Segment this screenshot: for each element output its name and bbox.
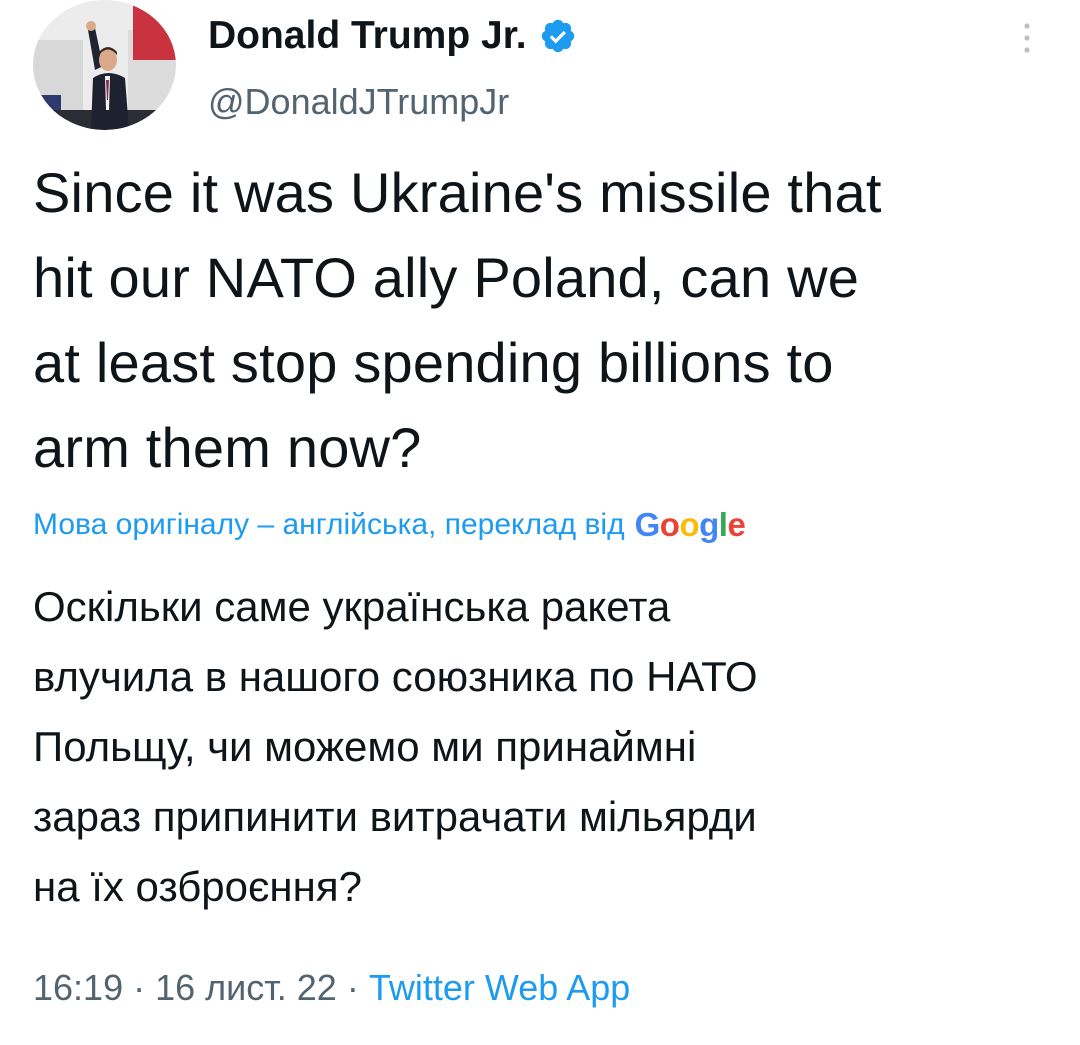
- translated-text-line: на їх озброєння?: [33, 863, 362, 910]
- avatar[interactable]: [33, 0, 176, 130]
- tweet-time[interactable]: 16:19: [33, 967, 123, 1008]
- google-logo: Google: [634, 506, 746, 543]
- tweet-text-line: Since it was Ukraine's missile that: [33, 161, 882, 224]
- tweet-text-line: hit our NATO ally Poland, can we: [33, 246, 860, 309]
- tweet-text-line: at least stop spending billions to: [33, 331, 834, 394]
- translated-text-line: Польщу, чи можемо ми принаймні: [33, 723, 697, 770]
- avatar-image: [33, 0, 176, 130]
- meta-separator: ·: [133, 967, 156, 1008]
- author-block: Donald Trump Jr. @DonaldJTrumpJr: [208, 12, 577, 126]
- translated-text-line: влучила в нашого союзника по НАТО: [33, 653, 758, 700]
- translated-text: Оскільки саме українська ракета влучила …: [33, 572, 1063, 922]
- verified-badge-icon: [539, 17, 577, 55]
- tweet-date[interactable]: 16 лист. 22: [155, 967, 337, 1008]
- tweet: Donald Trump Jr. @DonaldJTrumpJr Since i…: [0, 0, 1080, 1045]
- more-options-icon[interactable]: [1015, 18, 1039, 58]
- translation-attribution[interactable]: Мова оригіналу – англійська, переклад ві…: [33, 505, 746, 545]
- tweet-source[interactable]: Twitter Web App: [369, 967, 630, 1008]
- tweet-meta: 16:19 · 16 лист. 22 · Twitter Web App: [33, 960, 630, 1016]
- display-name[interactable]: Donald Trump Jr.: [208, 12, 527, 60]
- translated-text-line: Оскільки саме українська ракета: [33, 583, 671, 630]
- meta-separator: ·: [346, 967, 369, 1008]
- translation-label[interactable]: Мова оригіналу – англійська, переклад ві…: [33, 505, 625, 545]
- name-row: Donald Trump Jr.: [208, 12, 577, 60]
- translated-text-line: зараз припинити витрачати мільярди: [33, 793, 757, 840]
- tweet-text-line: arm them now?: [33, 416, 422, 479]
- user-handle[interactable]: @DonaldJTrumpJr: [208, 78, 577, 126]
- tweet-text: Since it was Ukraine's missile that hit …: [33, 150, 1063, 490]
